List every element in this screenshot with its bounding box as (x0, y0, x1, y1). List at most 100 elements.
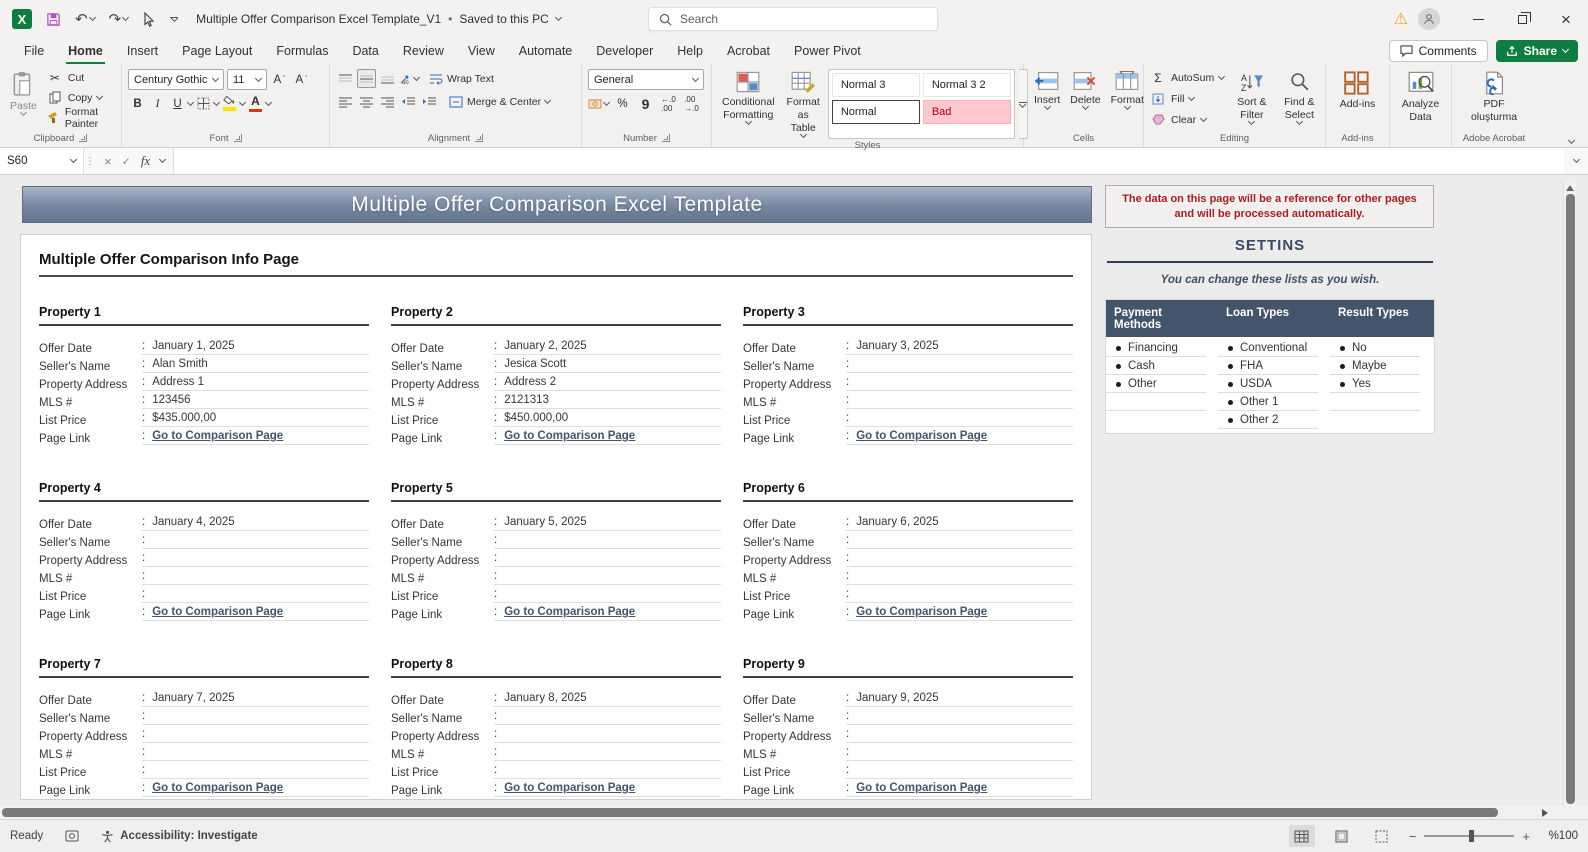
paste-button[interactable]: Paste (6, 69, 41, 130)
scroll-up-icon[interactable] (1566, 185, 1574, 191)
tab-home[interactable]: Home (56, 40, 115, 64)
vertical-scrollbar[interactable] (1563, 181, 1576, 806)
tab-developer[interactable]: Developer (584, 40, 665, 64)
fill-color-chevron-icon[interactable] (238, 98, 247, 106)
normal-view-icon[interactable] (1288, 825, 1315, 847)
horizontal-scroll-thumb[interactable] (2, 808, 1498, 817)
restore-button[interactable] (1500, 0, 1544, 38)
comma-style-button[interactable]: 9 (636, 94, 655, 113)
alignment-dialog-launcher-icon[interactable] (475, 134, 484, 142)
align-left-icon[interactable] (336, 92, 355, 111)
italic-button[interactable]: I (148, 94, 167, 113)
vertical-scroll-thumb[interactable] (1565, 194, 1575, 804)
comparison-page-link[interactable]: Go to Comparison Page (856, 430, 987, 442)
macro-record-icon[interactable] (65, 830, 79, 842)
align-bottom-icon[interactable] (378, 69, 397, 88)
style-bad[interactable]: Bad (922, 100, 1011, 124)
align-middle-icon[interactable] (357, 69, 376, 88)
comparison-page-link[interactable]: Go to Comparison Page (152, 430, 283, 442)
redo-icon[interactable]: ↷ (109, 12, 130, 27)
accounting-format-button[interactable] (588, 94, 611, 113)
comparison-page-link[interactable]: Go to Comparison Page (856, 782, 987, 794)
comments-button[interactable]: Comments (1388, 40, 1488, 62)
comparison-page-link[interactable]: Go to Comparison Page (504, 606, 635, 618)
font-family-select[interactable]: Century Gothic (128, 69, 224, 90)
insert-function-icon[interactable]: fx (141, 153, 150, 169)
style-normal-3-2[interactable]: Normal 3 2 (922, 73, 1011, 97)
tab-automate[interactable]: Automate (507, 40, 585, 64)
number-format-select[interactable]: General (588, 69, 704, 90)
collapse-ribbon-icon[interactable] (1567, 136, 1576, 145)
pointer-mode-icon[interactable] (142, 11, 156, 27)
name-box[interactable]: S60 (0, 148, 84, 174)
tab-data[interactable]: Data (340, 40, 390, 64)
horizontal-scrollbar[interactable] (0, 806, 1588, 819)
tab-insert[interactable]: Insert (115, 40, 170, 64)
font-color-button[interactable]: A (246, 94, 265, 113)
enter-icon[interactable]: ✓ (122, 155, 131, 168)
zoom-slider-thumb[interactable] (1469, 830, 1475, 842)
tab-help[interactable]: Help (665, 40, 715, 64)
style-normal[interactable]: Normal (831, 100, 920, 124)
align-right-icon[interactable] (378, 92, 397, 111)
zoom-in-icon[interactable]: + (1522, 829, 1530, 844)
page-break-view-icon[interactable] (1369, 825, 1395, 847)
comparison-page-link[interactable]: Go to Comparison Page (504, 782, 635, 794)
increase-font-size-button[interactable]: Aˆ (270, 70, 289, 89)
pdf-create-button[interactable]: PDF oluşturma (1458, 69, 1530, 130)
autosum-button[interactable]: Σ AutoSum (1150, 69, 1226, 86)
search-input[interactable]: Search (648, 7, 938, 31)
fill-button[interactable]: Fill (1150, 90, 1224, 107)
borders-chevron-icon[interactable] (212, 98, 221, 106)
align-top-icon[interactable] (336, 69, 355, 88)
delete-cells-button[interactable]: Delete (1066, 69, 1104, 130)
analyze-data-button[interactable]: Analyze Data (1396, 69, 1445, 130)
format-as-table-button[interactable]: Format as Table (783, 69, 824, 139)
tab-review[interactable]: Review (391, 40, 456, 64)
fill-color-button[interactable] (220, 94, 239, 113)
tab-formulas[interactable]: Formulas (264, 40, 340, 64)
underline-chevron-icon[interactable] (186, 98, 195, 106)
bold-button[interactable]: B (128, 94, 147, 113)
decrease-font-size-button[interactable]: Aˇ (292, 70, 311, 89)
tab-acrobat[interactable]: Acrobat (715, 40, 782, 64)
copy-button[interactable]: Copy (47, 89, 115, 106)
sort-filter-button[interactable]: AZ Sort & Filter (1232, 69, 1271, 130)
tab-file[interactable]: File (12, 40, 56, 64)
clear-button[interactable]: Clear (1150, 111, 1224, 128)
cancel-icon[interactable]: × (104, 154, 112, 169)
align-center-icon[interactable] (357, 92, 376, 111)
comparison-page-link[interactable]: Go to Comparison Page (152, 782, 283, 794)
save-icon[interactable] (46, 12, 61, 27)
cut-button[interactable]: ✂ Cut (47, 69, 115, 86)
font-dialog-launcher-icon[interactable] (233, 134, 242, 142)
orientation-button[interactable]: ab (399, 69, 421, 88)
scroll-right-icon[interactable] (1542, 809, 1548, 817)
zoom-slider[interactable]: − + (1409, 829, 1530, 844)
comparison-page-link[interactable]: Go to Comparison Page (856, 606, 987, 618)
format-cells-button[interactable]: Format (1107, 69, 1148, 130)
font-size-select[interactable]: 11 (227, 69, 267, 90)
decrease-decimal-button[interactable]: .00 →.0 (682, 94, 701, 113)
conditional-formatting-button[interactable]: Conditional Formatting (718, 69, 779, 139)
tab-page-layout[interactable]: Page Layout (170, 40, 264, 64)
borders-button[interactable] (194, 94, 213, 113)
decrease-indent-icon[interactable] (399, 92, 418, 111)
insert-cells-button[interactable]: Insert (1030, 69, 1064, 130)
clipboard-dialog-launcher-icon[interactable] (79, 134, 88, 142)
tab-view[interactable]: View (456, 40, 507, 64)
style-normal-3[interactable]: Normal 3 (831, 73, 920, 97)
close-button[interactable]: × (1544, 0, 1588, 38)
save-status-chevron-icon[interactable] (554, 13, 562, 22)
increase-indent-icon[interactable] (420, 92, 439, 111)
comparison-page-link[interactable]: Go to Comparison Page (152, 606, 283, 618)
page-layout-view-icon[interactable] (1329, 825, 1355, 847)
tab-power-pivot[interactable]: Power Pivot (782, 40, 873, 64)
zoom-out-icon[interactable]: − (1409, 829, 1417, 844)
number-dialog-launcher-icon[interactable] (661, 134, 670, 142)
undo-icon[interactable]: ↶ (75, 12, 96, 27)
warning-icon[interactable]: ⚠ (1394, 9, 1408, 29)
minimize-button[interactable] (1456, 0, 1500, 38)
expand-formula-bar-icon[interactable] (1572, 155, 1580, 164)
font-color-chevron-icon[interactable] (264, 98, 273, 106)
